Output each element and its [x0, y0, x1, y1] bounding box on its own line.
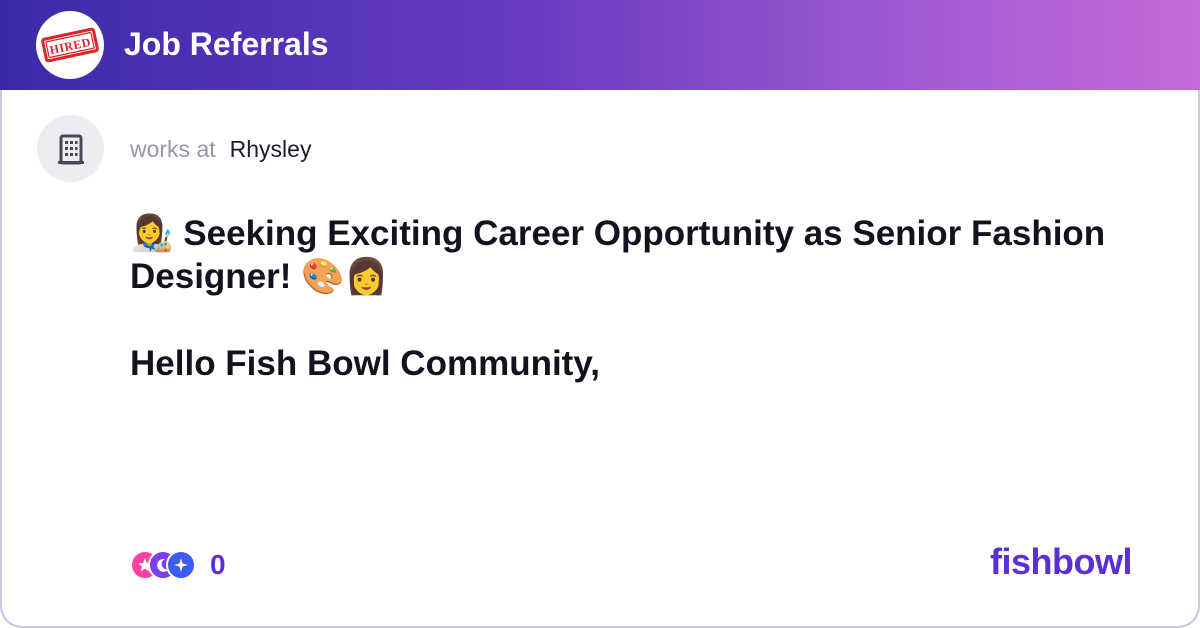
sparkle-reaction-icon [166, 550, 196, 580]
works-at-label: works at [130, 136, 216, 162]
company-link[interactable]: Rhysley [230, 136, 312, 162]
hired-stamp-icon: HIRED [41, 27, 99, 63]
building-icon [57, 134, 84, 164]
post-body: Hello Fish Bowl Community, [130, 344, 600, 383]
reaction-count: 0 [210, 549, 226, 580]
reactions-bar[interactable]: 0 [130, 548, 226, 582]
company-avatar[interactable] [37, 115, 104, 182]
hired-logo: HIRED [36, 11, 104, 79]
post-title[interactable]: 👩‍🎨 Seeking Exciting Career Opportunity … [130, 212, 1130, 298]
fishbowl-logo[interactable]: fishbowl [990, 541, 1133, 583]
works-at-line: works at Rhysley [130, 133, 311, 165]
referral-card: HIRED Job Referrals works at Rhysley 👩‍🎨 … [0, 0, 1200, 628]
header-bar: HIRED Job Referrals [0, 0, 1200, 90]
page-title: Job Referrals [124, 26, 329, 62]
